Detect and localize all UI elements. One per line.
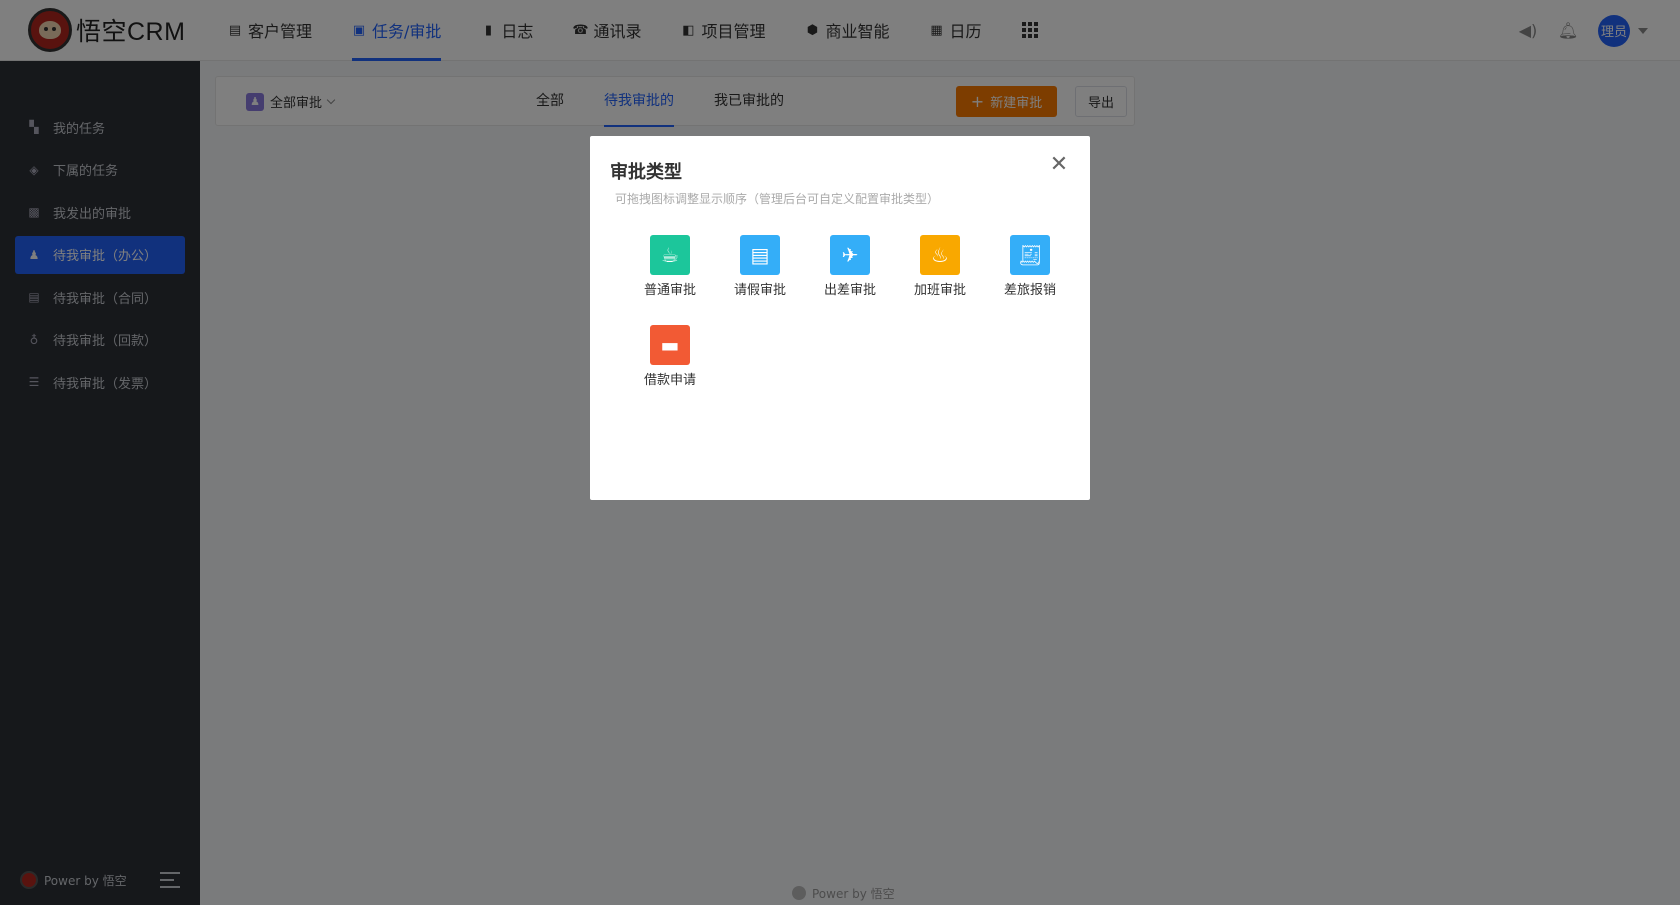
approval-type-leave[interactable]: ▤ 请假审批 (715, 235, 805, 325)
desk-lamp-icon: ♨︎ (920, 235, 960, 275)
approval-type-label: 请假审批 (733, 283, 786, 298)
approval-type-dialog: 审批类型 ✕ 可拖拽图标调整显示顺序（管理后台可自定义配置审批类型） ☕︎ 普通… (590, 136, 1090, 500)
approval-type-label: 差旅报销 (1003, 283, 1056, 298)
approval-type-overtime[interactable]: ♨︎ 加班审批 (895, 235, 985, 325)
dialog-subtitle: 可拖拽图标调整显示顺序（管理后台可自定义配置审批类型） (615, 192, 940, 206)
approval-type-grid: ☕︎ 普通审批 ▤ 请假审批 ✈︎ 出差审批 ♨︎ 加班审批 🧾︎ 差旅报销 ▬… (625, 235, 1075, 415)
close-icon[interactable]: ✕ (1048, 154, 1070, 176)
approval-type-business-trip[interactable]: ✈︎ 出差审批 (805, 235, 895, 325)
approval-type-label: 普通审批 (643, 283, 696, 298)
dialog-title: 审批类型 (610, 162, 682, 183)
approval-type-label: 加班审批 (913, 283, 966, 298)
approval-type-label: 出差审批 (823, 283, 876, 298)
coffee-icon: ☕︎ (650, 235, 690, 275)
approval-type-loan[interactable]: ▬ 借款申请 (625, 325, 715, 415)
toolbox-icon: ▬ (650, 325, 690, 365)
calendar-icon: ▤ (740, 235, 780, 275)
plane-icon: ✈︎ (830, 235, 870, 275)
approval-type-travel-reimbursement[interactable]: 🧾︎ 差旅报销 (985, 235, 1075, 325)
receipt-icon: 🧾︎ (1010, 235, 1050, 275)
approval-type-label: 借款申请 (643, 373, 696, 388)
approval-type-general[interactable]: ☕︎ 普通审批 (625, 235, 715, 325)
